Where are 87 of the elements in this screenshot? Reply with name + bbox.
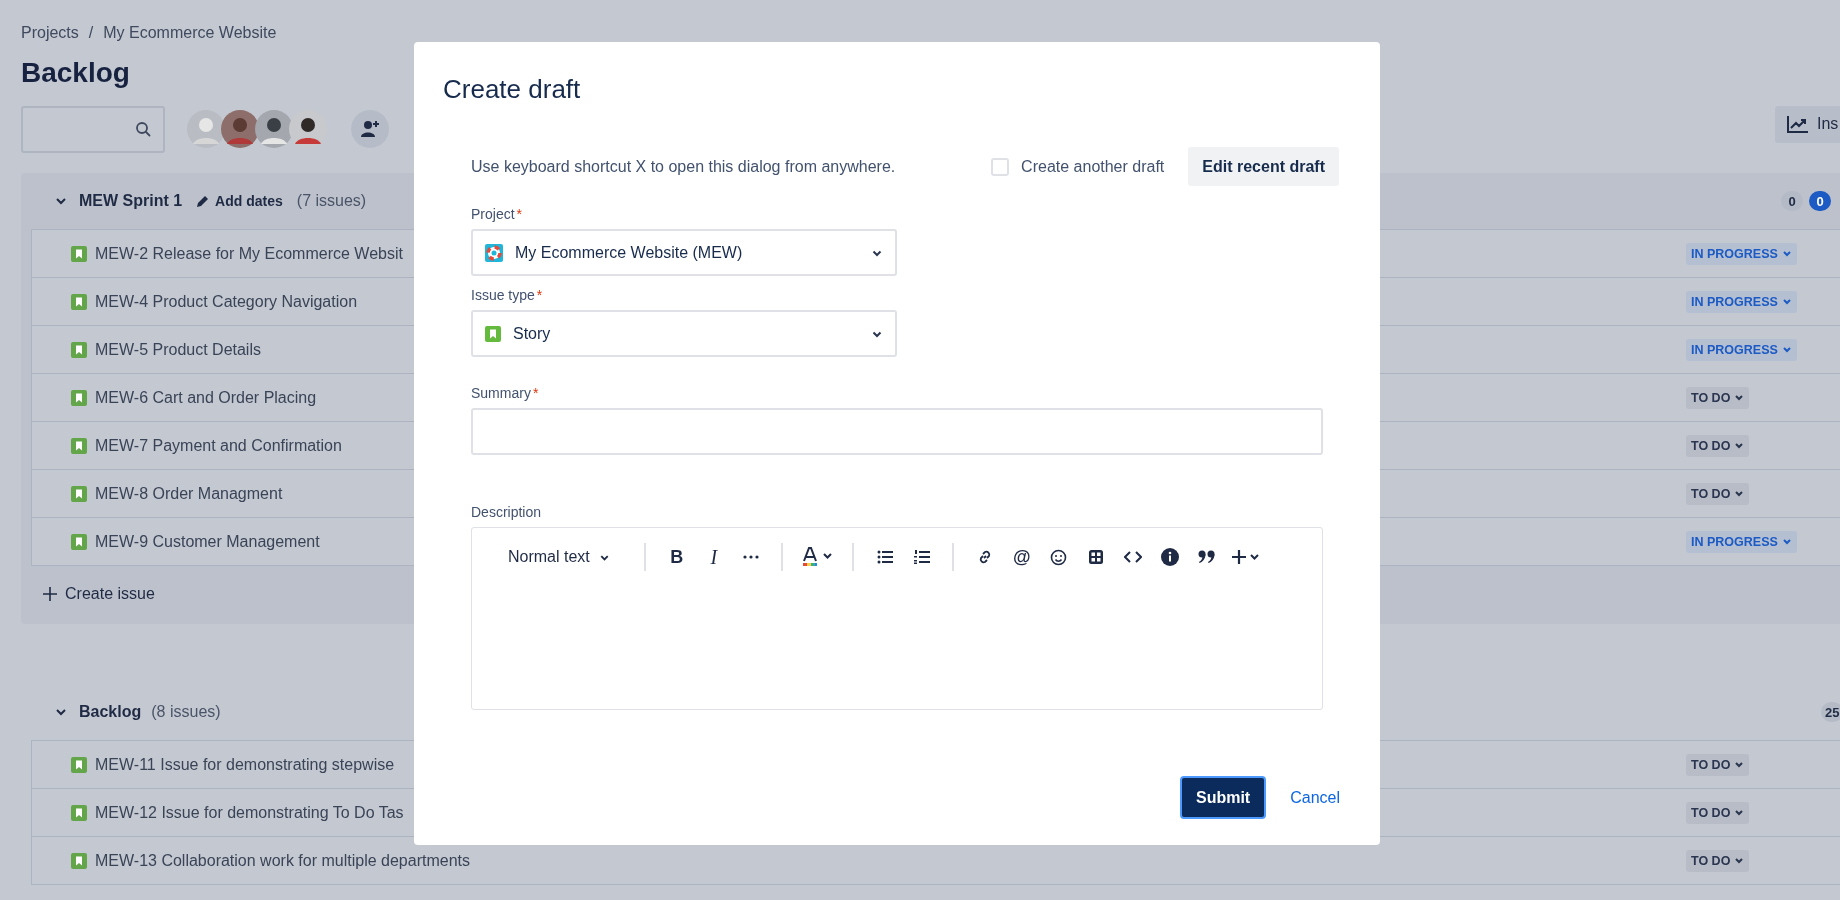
- chevron-icon: [1734, 392, 1745, 403]
- chevron-icon: [1734, 807, 1745, 818]
- issue-title[interactable]: MEW-2 Release for My Ecommerce Websit: [95, 244, 403, 263]
- issue-title[interactable]: MEW-6 Cart and Order Placing: [95, 388, 317, 407]
- description-editor[interactable]: Normal text B I @: [471, 527, 1323, 710]
- required-mark: *: [532, 385, 539, 401]
- insights-button[interactable]: Ins: [1775, 105, 1840, 143]
- shortcut-hint: Use keyboard shortcut X to open this dialog from anywhere.: [471, 157, 896, 176]
- section-name: Backlog: [79, 703, 142, 721]
- issue-title[interactable]: MEW-12 Issue for demonstrating To Do Tas: [95, 803, 404, 822]
- issue-title[interactable]: MEW-11 Issue for demonstrating stepwise: [95, 755, 395, 774]
- status-dropdown[interactable]: IN PROGRESS: [1686, 290, 1797, 313]
- story-icon: [71, 485, 87, 502]
- cancel-button[interactable]: Cancel: [1290, 788, 1340, 807]
- breadcrumb-separator: /: [88, 24, 94, 42]
- issue-count: (8 issues): [151, 703, 221, 721]
- story-icon: [71, 437, 87, 454]
- field-label: Description: [471, 504, 542, 520]
- status-dropdown[interactable]: IN PROGRESS: [1686, 338, 1797, 361]
- search-icon: [135, 121, 151, 137]
- required-mark: *: [516, 206, 523, 222]
- issue-title[interactable]: MEW-5 Product Details: [95, 340, 261, 359]
- checkbox[interactable]: [991, 157, 1010, 176]
- chevron-icon: [1781, 344, 1792, 355]
- chart-icon: [1787, 115, 1809, 133]
- story-icon: [71, 852, 87, 869]
- format-button[interactable]: B: [663, 542, 690, 572]
- add-person-button[interactable]: [351, 110, 389, 148]
- format-button[interactable]: I: [700, 542, 727, 572]
- status-dropdown[interactable]: TO DO: [1686, 386, 1750, 409]
- status-dropdown[interactable]: TO DO: [1686, 849, 1750, 872]
- submit-button[interactable]: Submit: [1179, 776, 1267, 819]
- breadcrumb-link[interactable]: Projects: [21, 24, 79, 42]
- chevron-icon[interactable]: [55, 195, 67, 207]
- status-dropdown[interactable]: TO DO: [1686, 801, 1750, 824]
- chevron-icon: [1734, 855, 1745, 866]
- breadcrumb-link[interactable]: My Ecommerce Website: [103, 24, 277, 42]
- issue-title[interactable]: MEW-13 Collaboration work for multiple departments: [95, 851, 470, 870]
- story-icon: [71, 245, 87, 262]
- text-style-dropdown[interactable]: Normal text: [508, 542, 610, 572]
- count-badge: 25: [1821, 702, 1840, 722]
- field-label: Issue type: [471, 287, 535, 303]
- issue-count: (7 issues): [296, 192, 367, 210]
- field-label: Summary: [471, 385, 531, 401]
- status-dropdown[interactable]: IN PROGRESS: [1686, 530, 1797, 553]
- chevron-icon: [1734, 440, 1745, 451]
- chevron-icon: [1781, 536, 1792, 547]
- chevron-icon: [1781, 296, 1792, 307]
- edit-recent-draft-button[interactable]: Edit recent draft: [1188, 147, 1339, 186]
- status-dropdown[interactable]: IN PROGRESS: [1686, 242, 1797, 265]
- issue-title[interactable]: MEW-9 Customer Management: [95, 532, 320, 551]
- summary-input[interactable]: [471, 408, 1323, 455]
- section-name: MEW Sprint 1: [79, 192, 183, 210]
- status-dropdown[interactable]: TO DO: [1686, 434, 1750, 457]
- story-icon: [71, 389, 87, 406]
- page-title: Backlog: [21, 56, 130, 90]
- status-dropdown[interactable]: TO DO: [1686, 482, 1750, 505]
- create-issue-button[interactable]: Create issue: [43, 576, 155, 612]
- chevron-icon: [1734, 488, 1745, 499]
- checkbox-label[interactable]: Create another draft: [1021, 157, 1165, 176]
- required-mark: *: [536, 287, 543, 303]
- issue-title[interactable]: MEW-4 Product Category Navigation: [95, 292, 358, 311]
- chevron-icon: [1734, 759, 1745, 770]
- dialog-title: Create draft: [443, 73, 582, 106]
- format-button[interactable]: @: [1008, 542, 1035, 572]
- plus-icon: [43, 587, 57, 601]
- story-icon: [71, 804, 87, 821]
- story-icon: [71, 341, 87, 358]
- issue-title[interactable]: MEW-7 Payment and Confirmation: [95, 436, 342, 455]
- story-icon: [71, 293, 87, 310]
- story-icon: [71, 756, 87, 773]
- story-icon: [71, 533, 87, 550]
- count-badge: 0: [1781, 191, 1803, 211]
- issue-type-select[interactable]: Story: [471, 310, 897, 357]
- chevron-icon[interactable]: [55, 706, 67, 718]
- lifebuoy-icon: [485, 243, 503, 262]
- add-dates-button[interactable]: Add dates: [192, 193, 287, 209]
- field-label: Project: [471, 206, 515, 222]
- add-person-icon: [360, 119, 380, 139]
- count-badge: 0: [1809, 191, 1831, 211]
- project-select[interactable]: My Ecommerce Website (MEW): [471, 229, 897, 276]
- issue-title[interactable]: MEW-8 Order Managment: [95, 484, 283, 503]
- story-icon: [485, 325, 501, 342]
- search-field[interactable]: [21, 105, 165, 153]
- status-dropdown[interactable]: TO DO: [1686, 753, 1750, 776]
- pencil-icon: [196, 194, 210, 208]
- chevron-icon: [1781, 248, 1792, 259]
